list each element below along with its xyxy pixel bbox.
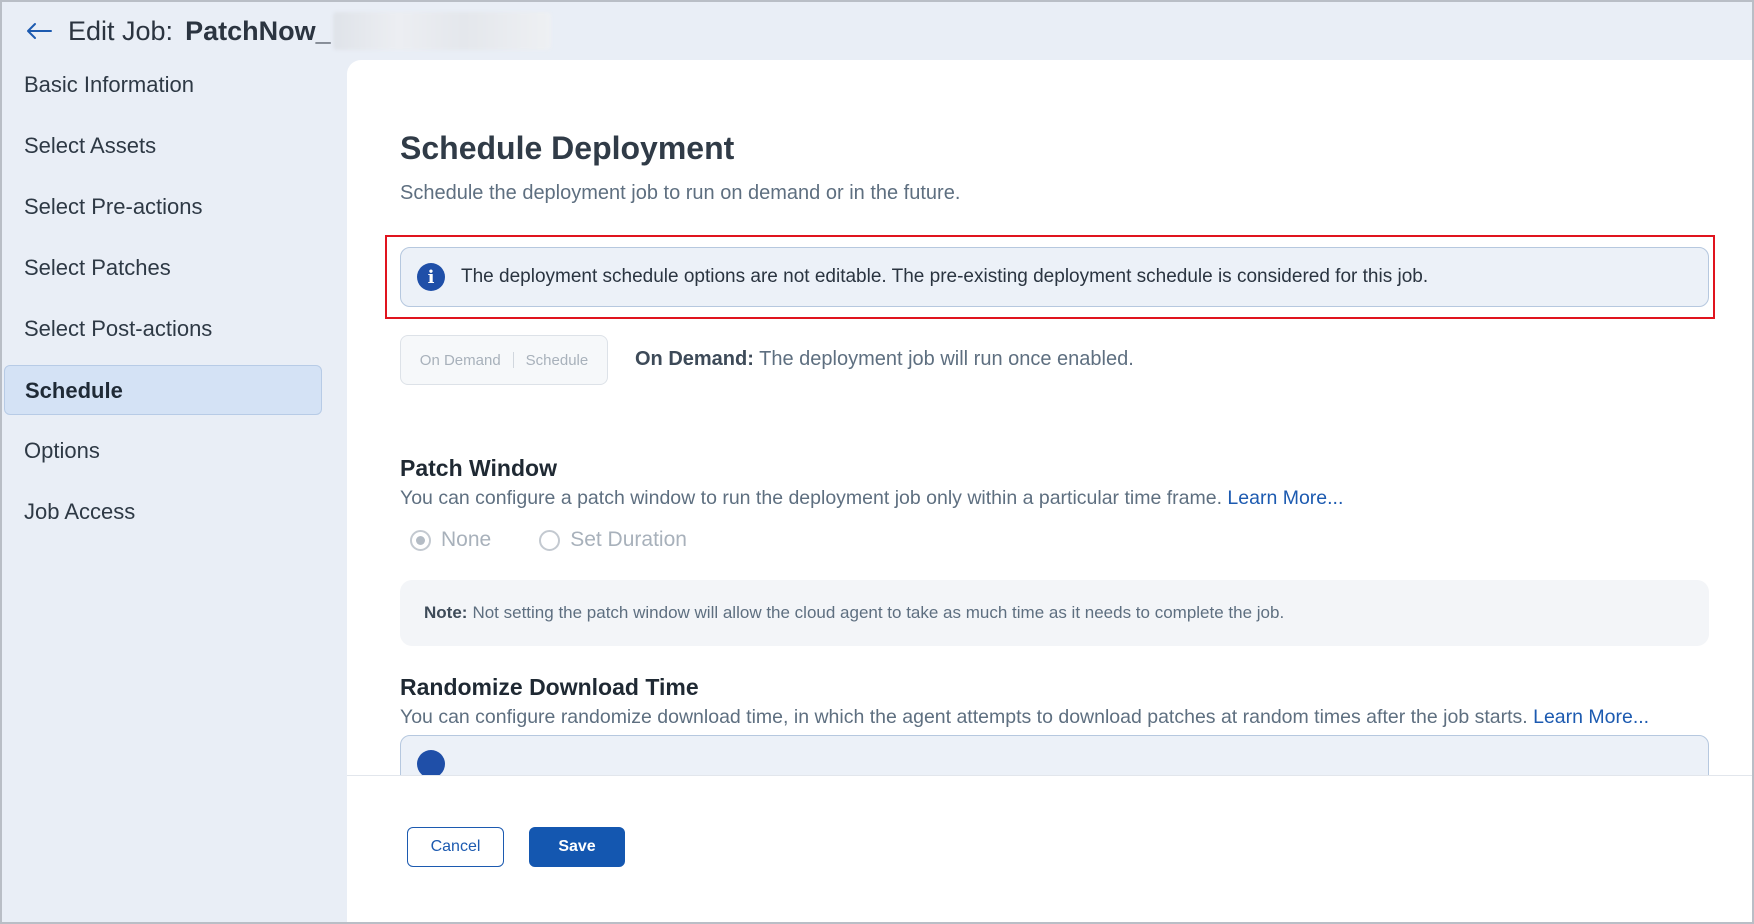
radio-set-duration-label: Set Duration bbox=[570, 528, 687, 551]
sidebar-item-select-post-actions[interactable]: Select Post-actions bbox=[4, 304, 322, 354]
radio-none-label: None bbox=[441, 528, 492, 551]
redacted-job-name bbox=[332, 12, 551, 50]
sidebar-item-basic-information[interactable]: Basic Information bbox=[4, 60, 322, 110]
info-banner: i The deployment schedule options are no… bbox=[400, 247, 1709, 307]
job-name: PatchNow_ bbox=[185, 15, 331, 46]
page-title-prefix: Edit Job: bbox=[68, 15, 174, 46]
save-button[interactable]: Save bbox=[529, 827, 625, 867]
sidebar-item-options[interactable]: Options bbox=[4, 426, 322, 476]
info-icon bbox=[417, 750, 445, 775]
sidebar-nav: Basic Information Select Assets Select P… bbox=[2, 60, 347, 922]
randomize-title: Randomize Download Time bbox=[400, 674, 699, 700]
patch-window-note: Note: Not setting the patch window will … bbox=[400, 580, 1709, 646]
info-banner-text: The deployment schedule options are not … bbox=[461, 266, 1429, 287]
patch-window-desc-text: You can configure a patch window to run … bbox=[400, 487, 1222, 509]
on-demand-text: The deployment job will run once enabled… bbox=[759, 348, 1134, 370]
section-heading: Schedule Deployment bbox=[400, 130, 735, 166]
scroll-content[interactable]: Schedule Deployment Schedule the deploym… bbox=[347, 60, 1752, 776]
patch-window-learn-more-link[interactable]: Learn More... bbox=[1227, 487, 1343, 509]
sidebar-item-job-access[interactable]: Job Access bbox=[4, 487, 322, 537]
toggle-on-demand[interactable]: On Demand bbox=[408, 352, 513, 369]
randomize-learn-more-link[interactable]: Learn More... bbox=[1533, 706, 1649, 728]
sidebar-item-select-patches[interactable]: Select Patches bbox=[4, 243, 322, 293]
info-icon: i bbox=[417, 263, 445, 291]
patch-window-options: None Set Duration bbox=[410, 528, 735, 552]
sidebar-item-schedule[interactable]: Schedule bbox=[4, 365, 322, 415]
randomize-description: You can configure randomize download tim… bbox=[400, 706, 1649, 729]
cancel-button[interactable]: Cancel bbox=[407, 827, 504, 867]
main-panel: Schedule Deployment Schedule the deploym… bbox=[347, 60, 1752, 922]
note-label: Note: bbox=[424, 603, 468, 622]
toggle-schedule[interactable]: Schedule bbox=[514, 352, 601, 369]
radio-set-duration[interactable] bbox=[539, 529, 561, 551]
patch-window-description: You can configure a patch window to run … bbox=[400, 487, 1343, 510]
app-window: Edit Job: PatchNow_ Basic Information Se… bbox=[0, 0, 1754, 924]
section-subtitle: Schedule the deployment job to run on de… bbox=[400, 182, 961, 204]
radio-none[interactable] bbox=[410, 529, 431, 551]
sidebar-item-select-assets[interactable]: Select Assets bbox=[4, 121, 322, 171]
on-demand-label: On Demand: bbox=[635, 348, 754, 370]
note-text: Not setting the patch window will allow … bbox=[472, 603, 1285, 622]
sidebar-item-select-pre-actions[interactable]: Select Pre-actions bbox=[4, 182, 322, 232]
schedule-toggle[interactable]: On Demand Schedule bbox=[400, 335, 608, 385]
randomize-desc-text: You can configure randomize download tim… bbox=[400, 706, 1528, 728]
on-demand-description: On Demand: The deployment job will run o… bbox=[635, 348, 1134, 371]
back-arrow-icon[interactable] bbox=[24, 16, 54, 46]
patch-window-title: Patch Window bbox=[400, 455, 557, 481]
randomize-info-banner bbox=[400, 735, 1709, 775]
page-header: Edit Job: PatchNow_ bbox=[2, 2, 1752, 60]
